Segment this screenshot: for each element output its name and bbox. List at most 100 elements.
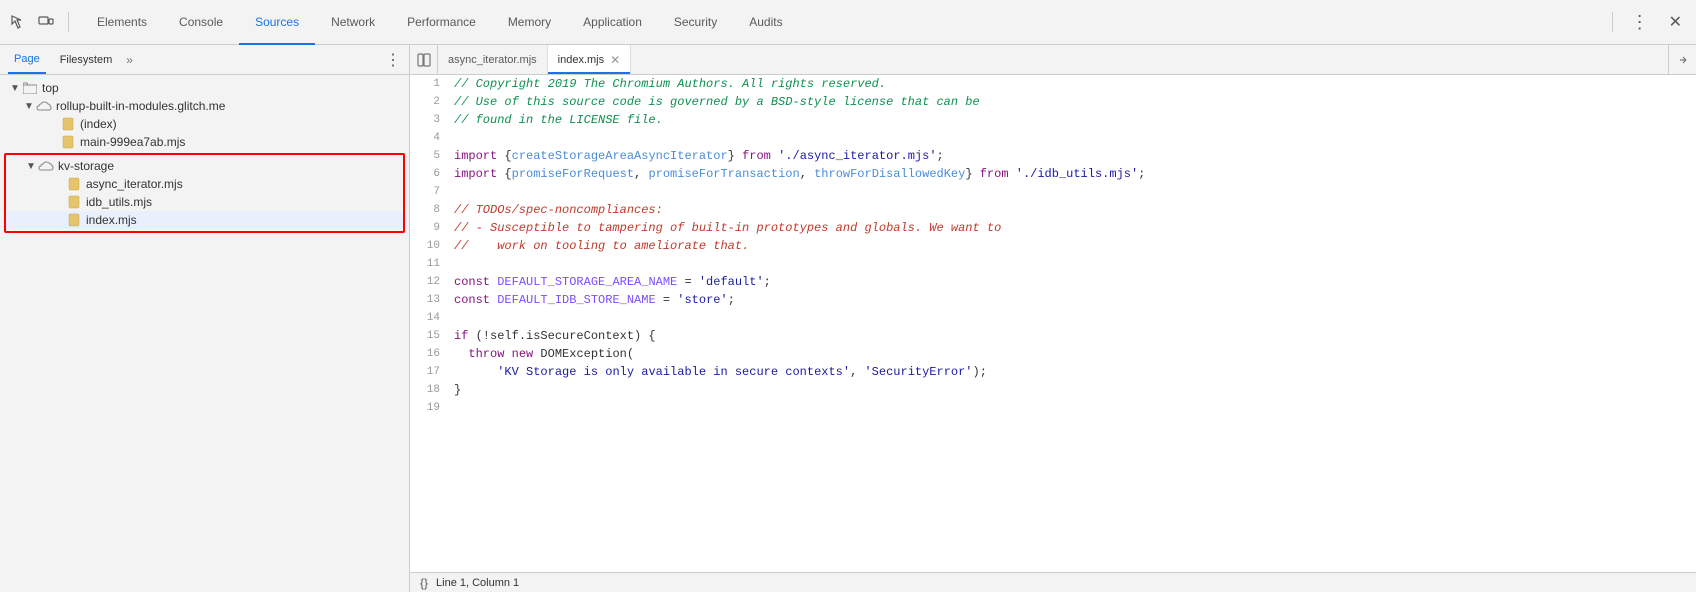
line-content: import {createStorageAreaAsyncIterator} … — [450, 147, 1696, 165]
navigator-right-button[interactable] — [1668, 45, 1696, 74]
close-tab-button[interactable]: ✕ — [610, 53, 620, 67]
tab-security[interactable]: Security — [658, 1, 733, 45]
line-content — [450, 183, 1696, 201]
line-number: 7 — [410, 183, 450, 201]
editor-tab-index-mjs[interactable]: index.mjs ✕ — [548, 45, 632, 74]
line-number: 13 — [410, 291, 450, 309]
tab-application[interactable]: Application — [567, 1, 658, 45]
device-toolbar-icon[interactable] — [36, 12, 56, 32]
code-line: 10 // work on tooling to ameliorate that… — [410, 237, 1696, 255]
cloud-icon-kv-storage — [38, 161, 54, 172]
tree-label-main: main-999ea7ab.mjs — [80, 135, 185, 149]
toggle-sidebar-button[interactable] — [410, 45, 438, 74]
code-line: 3 // found in the LICENSE file. — [410, 111, 1696, 129]
arrow-kv-storage: ▼ — [24, 161, 38, 172]
tree-item-top[interactable]: ▼ top — [0, 79, 409, 97]
format-icon[interactable]: {} — [420, 576, 428, 590]
panel-more-options-button[interactable]: ⋮ — [385, 50, 401, 70]
line-number: 19 — [410, 399, 450, 417]
right-panel: async_iterator.mjs index.mjs ✕ 1 // Copy… — [410, 45, 1696, 592]
line-number: 1 — [410, 75, 450, 93]
tree-label-top: top — [42, 81, 59, 95]
tree-label-rollup: rollup-built-in-modules.glitch.me — [56, 99, 225, 113]
code-line: 14 — [410, 309, 1696, 327]
line-number: 12 — [410, 273, 450, 291]
line-content: // - Susceptible to tampering of built-i… — [450, 219, 1696, 237]
editor-tab-index-mjs-label: index.mjs — [558, 54, 604, 66]
code-line: 7 — [410, 183, 1696, 201]
code-line: 12 const DEFAULT_STORAGE_AREA_NAME = 'de… — [410, 273, 1696, 291]
tab-sources[interactable]: Sources — [239, 1, 315, 45]
panel-toolbar-right: ⋮ — [385, 50, 401, 70]
tree-label-index-mjs: index.mjs — [86, 213, 137, 227]
file-tree: ▼ top ▼ rollup-built-in-modules.glitch.m… — [0, 75, 409, 592]
tree-label-idb-utils: idb_utils.mjs — [86, 195, 152, 209]
tree-item-index-mjs[interactable]: index.mjs — [6, 211, 403, 229]
more-panels-button[interactable]: » — [126, 53, 133, 67]
line-content — [450, 129, 1696, 147]
page-tab[interactable]: Page — [8, 45, 46, 74]
line-number: 8 — [410, 201, 450, 219]
code-line: 4 — [410, 129, 1696, 147]
devtools-toolbar: Elements Console Sources Network Perform… — [0, 0, 1696, 45]
arrow-top: ▼ — [8, 83, 22, 94]
tab-elements[interactable]: Elements — [81, 1, 163, 45]
tab-console[interactable]: Console — [163, 1, 239, 45]
editor-tabs: async_iterator.mjs index.mjs ✕ — [410, 45, 1696, 75]
close-devtools-button[interactable]: ✕ — [1663, 8, 1688, 36]
main-content: Page Filesystem » ⋮ ▼ top ▼ — [0, 45, 1696, 592]
line-content: // found in the LICENSE file. — [450, 111, 1696, 129]
kv-storage-group: ▼ kv-storage async_iterator.mjs — [0, 151, 409, 235]
line-content: // Copyright 2019 The Chromium Authors. … — [450, 75, 1696, 93]
toolbar-separator — [1612, 12, 1613, 32]
status-bar: {} Line 1, Column 1 — [410, 572, 1696, 592]
code-line: 11 — [410, 255, 1696, 273]
inspect-icon[interactable] — [8, 12, 28, 32]
filesystem-tab[interactable]: Filesystem — [54, 45, 119, 74]
line-content: // Use of this source code is governed b… — [450, 93, 1696, 111]
code-line: 6 import {promiseForRequest, promiseForT… — [410, 165, 1696, 183]
line-number: 18 — [410, 381, 450, 399]
line-number: 6 — [410, 165, 450, 183]
line-number: 4 — [410, 129, 450, 147]
line-number: 2 — [410, 93, 450, 111]
tree-label-async-iterator: async_iterator.mjs — [86, 177, 183, 191]
code-editor[interactable]: 1 // Copyright 2019 The Chromium Authors… — [410, 75, 1696, 572]
tree-item-kv-storage[interactable]: ▼ kv-storage — [6, 157, 403, 175]
code-line: 19 — [410, 399, 1696, 417]
code-line: 16 throw new DOMException( — [410, 345, 1696, 363]
line-content: const DEFAULT_IDB_STORE_NAME = 'store'; — [450, 291, 1696, 309]
line-number: 15 — [410, 327, 450, 345]
cursor-position: Line 1, Column 1 — [436, 577, 519, 589]
line-content — [450, 399, 1696, 417]
folder-icon-top — [22, 82, 38, 94]
line-content: // TODOs/spec-noncompliances: — [450, 201, 1696, 219]
file-icon-index-mjs — [66, 213, 82, 227]
line-content — [450, 309, 1696, 327]
tree-item-async-iterator[interactable]: async_iterator.mjs — [6, 175, 403, 193]
line-content: } — [450, 381, 1696, 399]
line-content: // work on tooling to ameliorate that. — [450, 237, 1696, 255]
tree-item-index[interactable]: (index) — [0, 115, 409, 133]
line-number: 3 — [410, 111, 450, 129]
tab-audits[interactable]: Audits — [733, 1, 798, 45]
main-tabs: Elements Console Sources Network Perform… — [81, 0, 799, 44]
code-line: 15 if (!self.isSecureContext) { — [410, 327, 1696, 345]
tree-item-idb-utils[interactable]: idb_utils.mjs — [6, 193, 403, 211]
line-content: 'KV Storage is only available in secure … — [450, 363, 1696, 381]
tree-label-index: (index) — [80, 117, 117, 131]
toolbar-right: ⋮ ✕ — [1608, 8, 1688, 37]
tab-memory[interactable]: Memory — [492, 1, 567, 45]
more-options-button[interactable]: ⋮ — [1625, 8, 1655, 37]
tab-network[interactable]: Network — [315, 1, 391, 45]
code-line: 9 // - Susceptible to tampering of built… — [410, 219, 1696, 237]
toolbar-icons — [8, 12, 69, 32]
tab-performance[interactable]: Performance — [391, 1, 492, 45]
code-line: 13 const DEFAULT_IDB_STORE_NAME = 'store… — [410, 291, 1696, 309]
line-content: throw new DOMException( — [450, 345, 1696, 363]
tree-item-main[interactable]: main-999ea7ab.mjs — [0, 133, 409, 151]
editor-tab-async-iterator[interactable]: async_iterator.mjs — [438, 45, 548, 74]
tree-label-kv-storage: kv-storage — [58, 159, 114, 173]
tree-item-rollup[interactable]: ▼ rollup-built-in-modules.glitch.me — [0, 97, 409, 115]
line-number: 16 — [410, 345, 450, 363]
